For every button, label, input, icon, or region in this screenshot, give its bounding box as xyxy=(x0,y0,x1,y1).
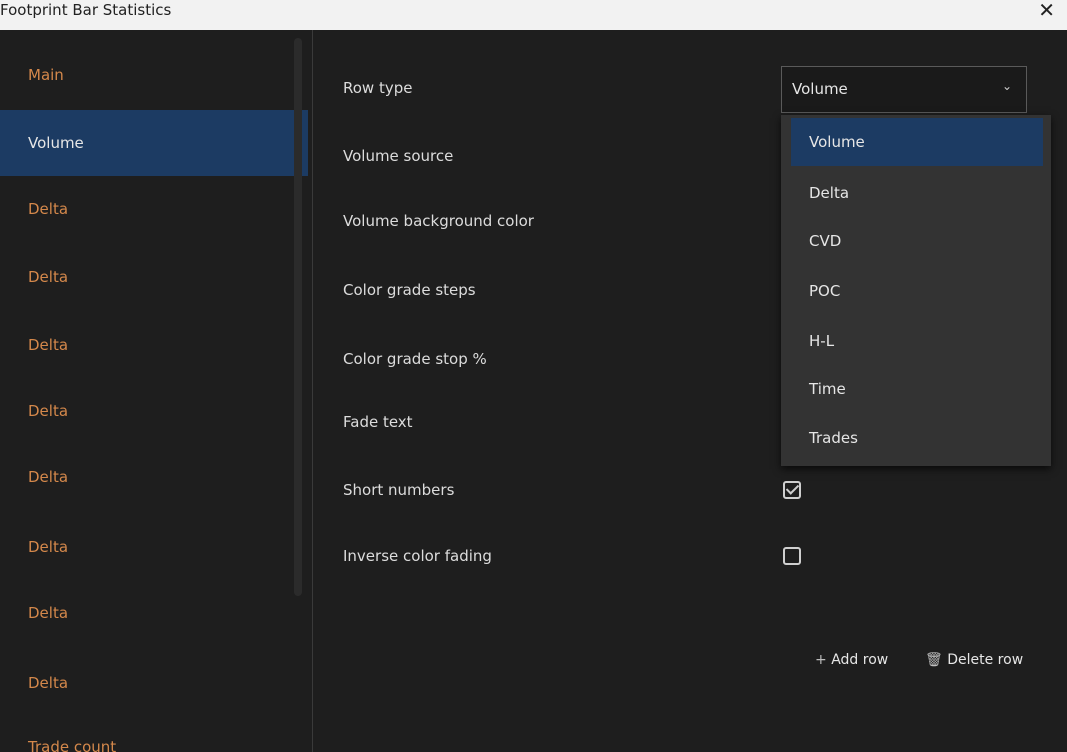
sidebar-item-label: Volume xyxy=(28,134,84,152)
add-row-label: Add row xyxy=(831,652,889,668)
window-title: Footprint Bar Statistics xyxy=(0,1,172,19)
sidebar-item-label: Trade count xyxy=(28,738,117,752)
dropdown-option-time[interactable]: Time xyxy=(791,365,1043,413)
short-numbers-checkbox[interactable] xyxy=(783,481,801,499)
inverse-color-fading-checkbox[interactable] xyxy=(783,547,801,565)
dropdown-option-trades[interactable]: Trades xyxy=(791,414,1043,462)
sidebar-item-label: Delta xyxy=(28,268,69,286)
sidebar-item-label: Delta xyxy=(28,604,69,622)
dropdown-option-label: Volume xyxy=(809,133,865,151)
inverse-color-fading-label: Inverse color fading xyxy=(343,547,492,565)
dropdown-option-label: Time xyxy=(809,380,846,398)
dropdown-option-poc[interactable]: POC xyxy=(791,267,1043,315)
sidebar-item-label: Delta xyxy=(28,468,69,486)
dropdown-option-label: POC xyxy=(809,282,841,300)
sidebar-item-delta[interactable]: Delta xyxy=(0,378,308,444)
sidebar-item-label: Main xyxy=(28,66,64,84)
sidebar-item-delta[interactable]: Delta xyxy=(0,176,308,242)
row-type-label: Row type xyxy=(343,79,413,97)
row-type-dropdown: Volume Delta CVD POC H-L Time Trades xyxy=(781,115,1051,466)
plus-icon: + xyxy=(815,652,827,668)
sidebar-item-delta[interactable]: Delta xyxy=(0,244,308,310)
sidebar-item-label: Delta xyxy=(28,674,69,692)
short-numbers-label: Short numbers xyxy=(343,481,455,499)
sidebar-item-volume[interactable]: Volume xyxy=(0,110,308,176)
fade-text-label: Fade text xyxy=(343,413,413,431)
delete-row-label: Delete row xyxy=(947,652,1024,668)
color-grade-stop-label: Color grade stop % xyxy=(343,350,487,368)
dropdown-option-label: Trades xyxy=(809,429,858,447)
sidebar-item-delta[interactable]: Delta xyxy=(0,650,308,716)
sidebar-item-label: Delta xyxy=(28,538,69,556)
close-icon[interactable]: ✕ xyxy=(1038,0,1055,22)
volume-bg-color-label: Volume background color xyxy=(343,212,534,230)
color-grade-steps-label: Color grade steps xyxy=(343,281,476,299)
dropdown-option-volume[interactable]: Volume xyxy=(791,118,1043,166)
sidebar-item-trade-count[interactable]: Trade count xyxy=(0,714,308,752)
sidebar: Main Volume Delta Delta Delta Delta Delt… xyxy=(0,30,312,752)
sidebar-scrollbar[interactable] xyxy=(294,38,302,596)
sidebar-item-label: Delta xyxy=(28,402,69,420)
dropdown-option-label: CVD xyxy=(809,232,842,250)
row-type-select[interactable]: Volume ⌄ xyxy=(781,66,1027,113)
panel-divider xyxy=(312,30,313,752)
sidebar-item-delta[interactable]: Delta xyxy=(0,312,308,378)
sidebar-item-delta[interactable]: Delta xyxy=(0,580,308,646)
sidebar-item-main[interactable]: Main xyxy=(0,42,308,108)
sidebar-item-label: Delta xyxy=(28,336,69,354)
title-bar: Footprint Bar Statistics ✕ xyxy=(0,0,1067,30)
dropdown-option-h-l[interactable]: H-L xyxy=(791,317,1043,365)
dropdown-option-delta[interactable]: Delta xyxy=(791,169,1043,217)
add-row-button[interactable]: + Add row xyxy=(815,652,888,668)
dropdown-option-label: Delta xyxy=(809,184,850,202)
trash-icon: 🗑 xyxy=(925,652,943,668)
sidebar-item-delta[interactable]: Delta xyxy=(0,514,308,580)
chevron-down-icon: ⌄ xyxy=(1001,79,1012,93)
volume-source-label: Volume source xyxy=(343,147,454,165)
dropdown-option-label: H-L xyxy=(809,332,835,350)
checkmark-icon xyxy=(785,481,800,495)
sidebar-item-delta[interactable]: Delta xyxy=(0,444,308,510)
dropdown-option-cvd[interactable]: CVD xyxy=(791,217,1043,265)
delete-row-button[interactable]: 🗑 Delete row xyxy=(925,652,1023,668)
row-type-value: Volume xyxy=(792,80,848,98)
sidebar-item-label: Delta xyxy=(28,200,69,218)
